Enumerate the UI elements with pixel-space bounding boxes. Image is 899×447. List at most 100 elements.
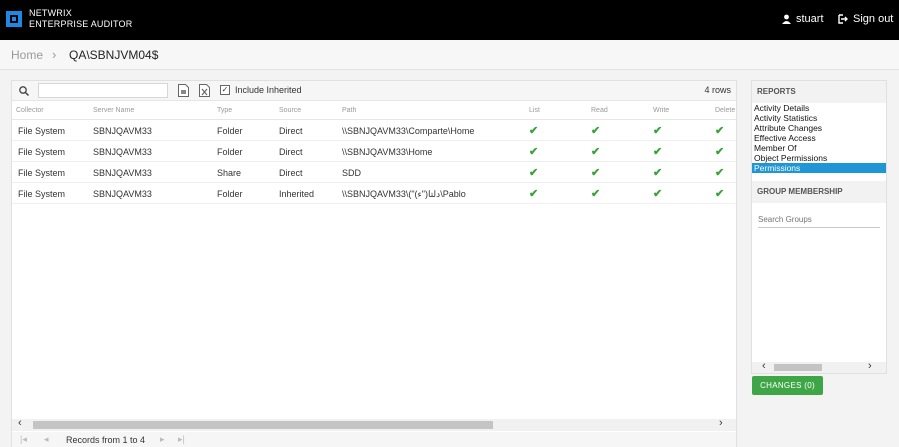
cell-type: Share — [217, 168, 242, 178]
cell-source: Direct — [279, 126, 303, 136]
table-row[interactable]: File System SBNJQAVM33 Share Direct SDD … — [12, 163, 736, 183]
cell-server-name: SBNJQAVM33 — [93, 168, 152, 178]
report-item-member-of[interactable]: Member Of — [752, 143, 886, 153]
user-name: stuart — [796, 13, 824, 25]
report-item-activity-statistics[interactable]: Activity Statistics — [752, 113, 886, 123]
group-membership-heading: GROUP MEMBERSHIP — [752, 181, 886, 203]
pager: |◂ ◂ Records from 1 to 4 ▸ ▸| — [12, 432, 736, 447]
netwrix-logo-icon — [6, 11, 22, 27]
scroll-right-icon[interactable]: › — [868, 360, 872, 372]
cell-server-name: SBNJQAVM33 — [93, 189, 152, 199]
cell-server-name: SBNJQAVM33 — [93, 147, 152, 157]
check-icon: ✔ — [591, 125, 601, 137]
include-inherited-label: Include Inherited — [235, 85, 302, 95]
column-header-read[interactable]: Read — [591, 107, 608, 114]
cell-collector: File System — [18, 126, 66, 136]
report-item-effective-access[interactable]: Effective Access — [752, 133, 886, 143]
reports-list: Activity Details Activity Statistics Att… — [752, 103, 886, 173]
last-page-icon[interactable]: ▸| — [178, 434, 185, 445]
top-bar: NETWRIX ENTERPRISE AUDITOR stuart Sign o… — [0, 0, 899, 40]
check-icon: ✔ — [653, 188, 663, 200]
cell-source: Inherited — [279, 189, 315, 199]
column-header-delete[interactable]: Delete — [715, 107, 735, 114]
report-item-activity-details[interactable]: Activity Details — [752, 103, 886, 113]
check-icon: ✔ — [715, 188, 725, 200]
cell-collector: File System — [18, 189, 66, 199]
groups-horizontal-scrollbar[interactable]: ‹ › — [752, 360, 886, 373]
check-icon: ✔ — [653, 125, 663, 137]
search-icon — [19, 86, 30, 97]
breadcrumb-current: QA\SBNJVM04$ — [69, 48, 159, 62]
prev-page-icon[interactable]: ◂ — [44, 434, 49, 445]
export-excel-icon[interactable] — [199, 84, 210, 97]
check-icon: ✔ — [715, 125, 725, 137]
cell-path: SDD — [342, 168, 362, 178]
permissions-grid: ✓ Include Inherited 4 rows Collector Ser… — [11, 80, 737, 447]
cell-server-name: SBNJQAVM33 — [93, 126, 152, 136]
grid-search-input[interactable] — [38, 83, 168, 98]
user-menu[interactable]: stuart — [782, 13, 824, 25]
scroll-left-icon[interactable]: ‹ — [18, 417, 22, 429]
grid-toolbar: ✓ Include Inherited 4 rows — [12, 81, 736, 101]
check-icon: ✔ — [529, 188, 539, 200]
check-icon: ✔ — [529, 167, 539, 179]
scroll-left-icon[interactable]: ‹ — [762, 360, 766, 372]
cell-path: \\SBNJQAVM33\("دلتا("ء)\Pablo — [342, 189, 466, 199]
column-header-collector[interactable]: Collector — [16, 107, 44, 114]
table-row[interactable]: File System SBNJQAVM33 Folder Inherited … — [12, 184, 736, 204]
cell-type: Folder — [217, 126, 243, 136]
cell-collector: File System — [18, 147, 66, 157]
sign-out-icon — [838, 14, 848, 24]
check-icon: ✔ — [529, 125, 539, 137]
first-page-icon[interactable]: |◂ — [20, 434, 27, 445]
grid-horizontal-scrollbar[interactable]: ‹ › — [12, 417, 736, 431]
cell-source: Direct — [279, 168, 303, 178]
pager-text: Records from 1 to 4 — [66, 435, 146, 445]
check-icon: ✔ — [529, 146, 539, 158]
scrollbar-thumb[interactable] — [33, 421, 493, 429]
side-panel: REPORTS Activity Details Activity Statis… — [751, 80, 887, 374]
column-header-type[interactable]: Type — [217, 107, 232, 114]
check-icon: ✔ — [715, 146, 725, 158]
brand-line-2: ENTERPRISE AUDITOR — [29, 19, 133, 29]
chevron-right-icon: › — [52, 47, 57, 62]
row-count: 4 rows — [704, 85, 731, 95]
table-header: Collector Server Name Type Source Path L… — [12, 102, 736, 120]
column-header-write[interactable]: Write — [653, 107, 669, 114]
cell-source: Direct — [279, 147, 303, 157]
changes-button[interactable]: CHANGES (0) — [752, 376, 823, 395]
table-row[interactable]: File System SBNJQAVM33 Folder Direct \\S… — [12, 142, 736, 162]
check-icon: ✔ — [591, 188, 601, 200]
column-header-path[interactable]: Path — [342, 107, 356, 114]
report-item-object-permissions[interactable]: Object Permissions — [752, 153, 886, 163]
column-header-list[interactable]: List — [529, 107, 540, 114]
report-item-permissions[interactable]: Permissions — [752, 163, 886, 173]
brand-name: NETWRIX ENTERPRISE AUDITOR — [29, 8, 132, 30]
scrollbar-thumb[interactable] — [774, 364, 822, 371]
reports-heading: REPORTS — [752, 81, 886, 103]
cell-path: \\SBNJQAVM33\Comparte\Home — [342, 126, 475, 136]
sign-out-label: Sign out — [853, 13, 894, 25]
report-item-attribute-changes[interactable]: Attribute Changes — [752, 123, 886, 133]
cell-collector: File System — [18, 168, 66, 178]
column-header-server-name[interactable]: Server Name — [93, 107, 134, 114]
cell-path: \\SBNJQAVM33\Home — [342, 147, 433, 157]
export-pdf-icon[interactable] — [178, 84, 189, 97]
breadcrumb: Home › QA\SBNJVM04$ — [0, 40, 899, 70]
cell-type: Folder — [217, 189, 243, 199]
cell-type: Folder — [217, 147, 243, 157]
next-page-icon[interactable]: ▸ — [160, 434, 165, 445]
breadcrumb-home[interactable]: Home — [11, 48, 43, 62]
check-icon: ✔ — [653, 146, 663, 158]
brand-line-1: NETWRIX — [29, 8, 72, 18]
include-inherited-checkbox[interactable]: ✓ — [220, 85, 230, 95]
column-header-source[interactable]: Source — [279, 107, 301, 114]
scroll-right-icon[interactable]: › — [719, 417, 723, 429]
check-icon: ✔ — [715, 167, 725, 179]
user-icon — [782, 14, 791, 24]
check-icon: ✔ — [591, 146, 601, 158]
check-icon: ✔ — [653, 167, 663, 179]
search-groups-input[interactable] — [758, 212, 880, 228]
sign-out-link[interactable]: Sign out — [838, 13, 893, 25]
table-row[interactable]: File System SBNJQAVM33 Folder Direct \\S… — [12, 121, 736, 141]
